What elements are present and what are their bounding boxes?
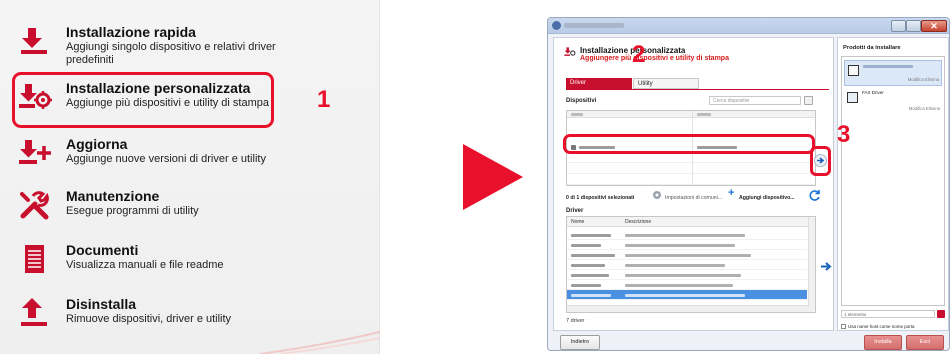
window-title-blurred <box>564 23 624 28</box>
driver-label: Driver <box>566 208 584 214</box>
tools-icon <box>20 191 49 220</box>
column-description: Descrizione <box>625 219 652 225</box>
add-device-label: Aggiungi dispositivo... <box>739 195 795 201</box>
menu-item-title: Documenti <box>66 242 139 258</box>
add-driver-arrow-icon[interactable] <box>820 260 833 273</box>
fax-driver-label: FAX Driver <box>862 90 884 95</box>
back-button[interactable]: Indietro <box>560 335 600 350</box>
product-actions[interactable]: Modifica Elimina <box>909 106 940 111</box>
device-selection-status: 0 di 1 dispositivi selezionati <box>566 195 634 201</box>
arrow-button-highlight <box>810 146 831 176</box>
table-row[interactable] <box>567 240 807 250</box>
driver-count: 7 driver <box>566 318 585 324</box>
list-item[interactable]: Modifica Elimina <box>844 60 942 86</box>
printer-icon <box>848 65 859 76</box>
list-item[interactable]: FAX Driver Modifica Elimina <box>844 88 942 114</box>
table-row[interactable] <box>567 260 807 270</box>
globe-settings-icon[interactable] <box>652 190 662 200</box>
table-row <box>567 174 815 185</box>
page-subtitle: Aggiungere più dispositivi e utility di … <box>580 55 729 62</box>
table-header: Nome Descrizione <box>567 217 815 227</box>
table-row-selected[interactable] <box>567 290 807 300</box>
devices-label: Dispositivi <box>566 98 597 104</box>
refresh-icon[interactable] <box>809 189 821 201</box>
menu-item-title: Manutenzione <box>66 188 160 204</box>
window-titlebar: ✕ <box>548 18 949 34</box>
hostname-option-label: Usa nome host come nome porta <box>848 324 915 329</box>
trash-icon[interactable] <box>937 310 945 318</box>
uninstall-icon <box>21 298 47 326</box>
close-button[interactable]: ✕ <box>921 20 947 32</box>
minimize-button[interactable] <box>891 20 906 32</box>
decorative-swoosh <box>260 331 380 354</box>
install-button[interactable]: Installa <box>864 335 902 350</box>
menu-item-desc: Rimuove dispositivi, driver e utility <box>66 313 232 325</box>
menu-item-title: Installazione rapida <box>66 24 196 40</box>
callout-number-2: 2 <box>632 41 646 68</box>
comm-settings-link[interactable]: Impostazioni di comuni... <box>665 195 722 201</box>
menu-item-desc: Esegue programmi di utility <box>66 205 199 217</box>
table-row[interactable] <box>567 280 807 290</box>
products-title: Prodotti da installare <box>843 45 901 51</box>
maximize-button[interactable] <box>906 20 921 32</box>
plus-icon[interactable]: + <box>728 187 734 199</box>
menu-item-desc: Aggiungi singolo dispositivo e relativi … <box>66 41 276 66</box>
main-pane: Installazione personalizzata Aggiungere … <box>553 37 834 331</box>
menu-item-desc: Aggiunge nuove versioni di driver e util… <box>66 153 266 165</box>
custom-install-highlight <box>12 72 274 128</box>
add-device-link[interactable]: Aggiungi dispositivo... <box>739 195 795 201</box>
column-name: Nome <box>571 219 585 225</box>
vertical-scrollbar[interactable] <box>808 217 815 312</box>
table-row[interactable] <box>567 250 807 260</box>
table-row <box>567 163 815 174</box>
play-arrow-icon <box>463 144 523 210</box>
driver-table: Nome Descrizione <box>566 216 816 313</box>
comm-settings-label: Impostazioni di comuni... <box>665 195 723 201</box>
document-icon <box>25 245 44 273</box>
menu-item-title: Disinstalla <box>66 296 137 312</box>
checkbox[interactable] <box>841 324 846 330</box>
horizontal-scrollbar[interactable] <box>567 305 809 312</box>
device-search-input[interactable]: Cerca dispositivi <box>709 96 801 105</box>
tab-utility[interactable]: Utility <box>633 78 699 89</box>
menu-item-title: Aggiorna <box>66 136 128 152</box>
download-icon <box>21 28 47 54</box>
app-icon <box>552 21 561 30</box>
tab-divider <box>566 89 829 90</box>
table-header <box>567 111 815 118</box>
products-pane: Prodotti da installare Modifica Elimina … <box>837 37 949 331</box>
fax-icon <box>847 92 858 103</box>
callout-number-1: 1 <box>317 86 331 113</box>
tab-driver[interactable]: Driver <box>566 78 632 89</box>
element-count: 1 elemento <box>841 310 935 318</box>
search-icon[interactable] <box>804 96 813 105</box>
products-list: Modifica Elimina FAX Driver Modifica Eli… <box>841 56 945 306</box>
table-row[interactable] <box>567 230 807 240</box>
exit-button[interactable]: Esci <box>906 335 944 350</box>
callout-number-3: 3 <box>837 121 851 148</box>
installer-menu-panel: Installazione rapida Aggiungi singolo di… <box>0 0 380 354</box>
installer-window: ✕ Installazione personalizzata Aggiunger… <box>547 17 950 351</box>
hostname-option[interactable]: Usa nome host come nome porta <box>841 324 915 330</box>
device-row-highlight <box>563 134 815 154</box>
update-icon <box>19 140 51 164</box>
device-count-text: 0 di 1 dispositivi selezionati <box>566 195 635 201</box>
menu-item-desc: Visualizza manuali e file readme <box>66 259 224 271</box>
product-actions[interactable]: Modifica Elimina <box>908 77 939 82</box>
table-row[interactable] <box>567 270 807 280</box>
custom-install-icon <box>564 47 576 56</box>
